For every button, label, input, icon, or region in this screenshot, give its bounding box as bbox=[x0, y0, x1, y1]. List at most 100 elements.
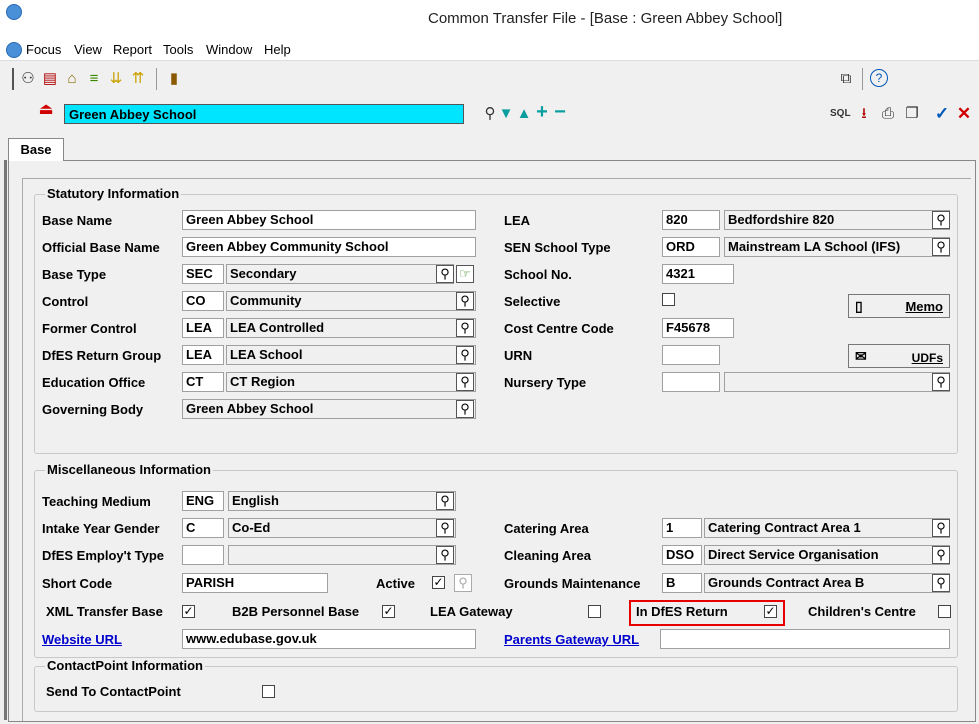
teaching-medium-code[interactable]: ENG bbox=[182, 491, 224, 511]
control-code[interactable]: CO bbox=[182, 291, 224, 311]
save-check-icon[interactable]: ✓ bbox=[932, 104, 952, 124]
childrens-centre-checkbox[interactable] bbox=[938, 605, 951, 618]
search-icon[interactable]: ⚲ bbox=[436, 492, 454, 510]
base-name-field[interactable]: Green Abbey School bbox=[182, 210, 476, 230]
dfes-group-code[interactable]: LEA bbox=[182, 345, 224, 365]
website-url-field[interactable]: www.edubase.gov.uk bbox=[182, 629, 476, 649]
parents-gateway-field[interactable] bbox=[660, 629, 950, 649]
grounds-label: Grounds Maintenance bbox=[504, 576, 641, 591]
search-icon[interactable]: ⚲ bbox=[932, 519, 950, 537]
search-icon[interactable]: ⚲ bbox=[456, 346, 474, 364]
catering-area-code[interactable]: 1 bbox=[662, 518, 702, 538]
up-arrows-icon[interactable]: ⇈ bbox=[128, 69, 148, 89]
teaching-medium-label: Teaching Medium bbox=[42, 494, 151, 509]
help-icon[interactable]: ? bbox=[870, 69, 888, 87]
search-icon[interactable]: ⚲ bbox=[456, 373, 474, 391]
print-preview-icon[interactable]: ❐ bbox=[902, 104, 922, 124]
down-arrows-icon[interactable]: ⇊ bbox=[106, 69, 126, 89]
selective-checkbox[interactable] bbox=[662, 293, 675, 306]
parents-gateway-link[interactable]: Parents Gateway URL bbox=[504, 632, 639, 647]
exit-door-icon[interactable]: ▮ bbox=[164, 69, 184, 89]
cost-centre-field[interactable]: F45678 bbox=[662, 318, 734, 338]
hand-pointer-icon[interactable]: ☞ bbox=[456, 265, 474, 283]
add-record-icon[interactable]: + bbox=[532, 102, 552, 122]
copy-window-icon[interactable]: ⧉ bbox=[836, 69, 856, 89]
memo-icon: ▯ bbox=[855, 298, 863, 314]
urn-field[interactable] bbox=[662, 345, 720, 365]
books-icon[interactable]: ▤ bbox=[40, 69, 60, 89]
search-icon[interactable]: ⚲ bbox=[456, 400, 474, 418]
people-icon[interactable]: ⚇ bbox=[18, 69, 38, 89]
import-icon[interactable]: ⭳ bbox=[854, 104, 874, 124]
search-icon[interactable]: ⚲ bbox=[932, 211, 950, 229]
intake-gender-code[interactable]: C bbox=[182, 518, 224, 538]
cancel-x-icon[interactable]: ✕ bbox=[954, 104, 974, 124]
xml-transfer-checkbox[interactable]: ✓ bbox=[182, 605, 195, 618]
search-icon[interactable]: ⚲ bbox=[932, 546, 950, 564]
search-icon[interactable]: ⚲ bbox=[436, 265, 454, 283]
education-office-label: Education Office bbox=[42, 375, 146, 390]
lea-desc: Bedfordshire 820 bbox=[724, 210, 950, 230]
b2b-personnel-checkbox[interactable]: ✓ bbox=[382, 605, 395, 618]
base-type-desc: Secondary bbox=[226, 264, 454, 284]
menu-tools[interactable]: Tools bbox=[163, 42, 193, 57]
sen-type-code[interactable]: ORD bbox=[662, 237, 720, 257]
education-office-code[interactable]: CT bbox=[182, 372, 224, 392]
app-icon[interactable] bbox=[6, 4, 22, 20]
search-icon[interactable]: ⚲ bbox=[932, 373, 950, 391]
tab-base[interactable]: Base bbox=[8, 138, 64, 161]
lea-label: LEA bbox=[504, 213, 530, 228]
in-dfes-return-checkbox[interactable]: ✓ bbox=[764, 605, 777, 618]
lea-gateway-checkbox[interactable] bbox=[588, 605, 601, 618]
education-office-desc: CT Region bbox=[226, 372, 476, 392]
active-checkbox[interactable]: ✓ bbox=[432, 576, 445, 589]
udfs-icon: ✉ bbox=[855, 348, 867, 364]
udfs-button[interactable]: ✉ UDFs bbox=[848, 344, 950, 368]
intake-gender-desc: Co-Ed bbox=[228, 518, 456, 538]
website-url-link[interactable]: Website URL bbox=[42, 632, 122, 647]
menu-view[interactable]: View bbox=[74, 42, 102, 57]
grounds-code[interactable]: B bbox=[662, 573, 702, 593]
menu-focus[interactable]: Focus bbox=[26, 42, 61, 57]
previous-record-icon[interactable]: ▲ bbox=[514, 104, 534, 124]
dfes-group-desc: LEA School bbox=[226, 345, 476, 365]
stack-icon[interactable]: ≡ bbox=[84, 69, 104, 89]
official-name-field[interactable]: Green Abbey Community School bbox=[182, 237, 476, 257]
statutory-group bbox=[34, 194, 958, 454]
in-dfes-return-label: In DfES Return bbox=[636, 604, 728, 619]
school-building-icon[interactable]: ⌂ bbox=[62, 69, 82, 89]
short-code-field[interactable]: PARISH bbox=[182, 573, 328, 593]
lea-code[interactable]: 820 bbox=[662, 210, 720, 230]
school-no-field[interactable]: 4321 bbox=[662, 264, 734, 284]
nursery-type-label: Nursery Type bbox=[504, 375, 587, 390]
search-icon[interactable]: ⚲ bbox=[436, 519, 454, 537]
cleaning-area-code[interactable]: DSO bbox=[662, 545, 702, 565]
search-icon[interactable]: ⚲ bbox=[436, 546, 454, 564]
window-title: Common Transfer File - [Base : Green Abb… bbox=[428, 10, 783, 27]
governing-body-field: Green Abbey School bbox=[182, 399, 476, 419]
menu-report[interactable]: Report bbox=[113, 42, 152, 57]
menu-window[interactable]: Window bbox=[206, 42, 252, 57]
base-type-code[interactable]: SEC bbox=[182, 264, 224, 284]
document-icon[interactable] bbox=[6, 42, 22, 58]
search-icon[interactable]: ⚲ bbox=[932, 574, 950, 592]
search-icon[interactable]: ⚲ bbox=[932, 238, 950, 256]
print-icon[interactable]: ⎙ bbox=[878, 104, 898, 124]
menu-bar: Focus View Report Tools Window Help bbox=[0, 38, 979, 60]
eject-icon[interactable]: ⏏ bbox=[36, 100, 56, 120]
memo-button[interactable]: ▯ Memo bbox=[848, 294, 950, 318]
send-contactpoint-checkbox[interactable] bbox=[262, 685, 275, 698]
search-icon[interactable]: ⚲ bbox=[456, 292, 474, 310]
selective-label: Selective bbox=[504, 294, 561, 309]
former-control-desc: LEA Controlled bbox=[226, 318, 476, 338]
record-name-field[interactable]: Green Abbey School bbox=[64, 104, 464, 124]
employ-type-code[interactable] bbox=[182, 545, 224, 565]
search-icon[interactable]: ⚲ bbox=[456, 319, 474, 337]
contactpoint-title: ContactPoint Information bbox=[45, 658, 205, 673]
next-record-icon[interactable]: ▼ bbox=[496, 104, 516, 124]
sql-icon[interactable]: SQL bbox=[830, 104, 851, 124]
nursery-type-code[interactable] bbox=[662, 372, 720, 392]
former-control-code[interactable]: LEA bbox=[182, 318, 224, 338]
delete-record-icon[interactable]: − bbox=[550, 102, 570, 122]
menu-help[interactable]: Help bbox=[264, 42, 291, 57]
